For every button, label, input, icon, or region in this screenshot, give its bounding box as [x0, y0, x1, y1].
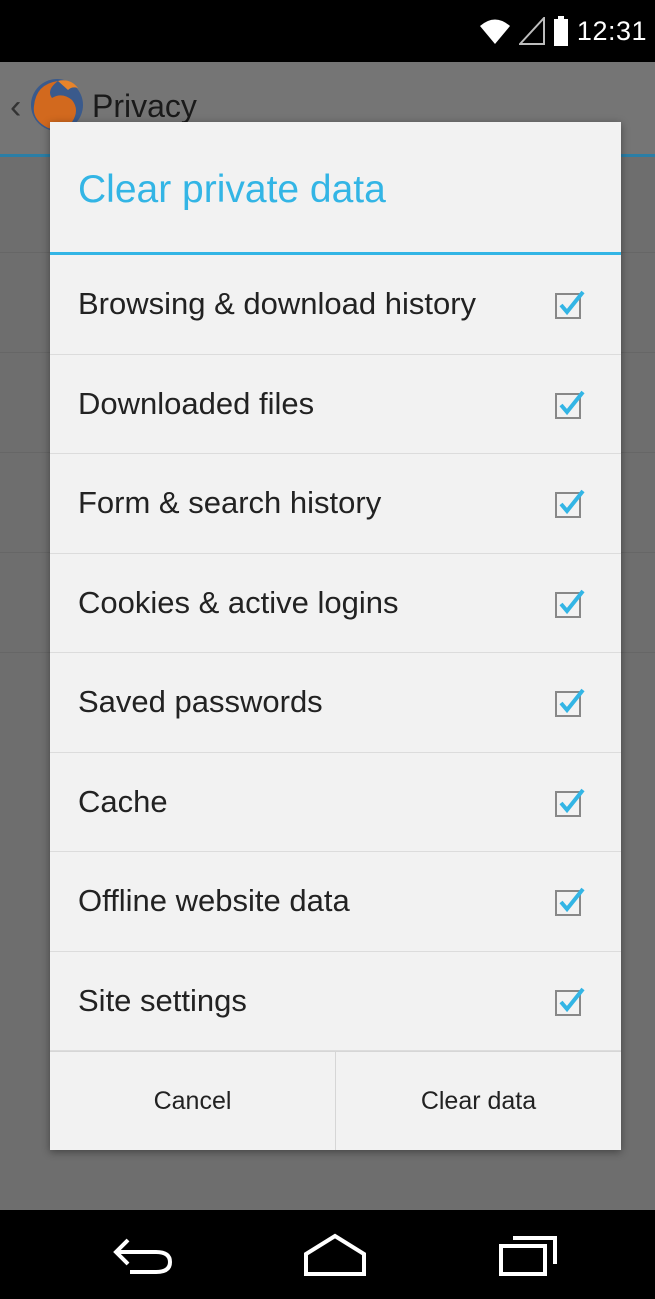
option-label: Browsing & download history [78, 286, 477, 322]
status-icons: 12:31 [479, 8, 647, 54]
checkbox-checked-icon[interactable] [555, 289, 585, 320]
dialog-buttons: Cancel Clear data [50, 1051, 621, 1150]
option-label: Offline website data [78, 883, 350, 919]
clear-data-button[interactable]: Clear data [336, 1052, 621, 1150]
home-icon[interactable] [300, 1230, 370, 1280]
option-cookies-logins[interactable]: Cookies & active logins [50, 554, 621, 653]
dialog-title: Clear private data [78, 168, 386, 211]
option-saved-passwords[interactable]: Saved passwords [50, 653, 621, 753]
option-browsing-history[interactable]: Browsing & download history [50, 255, 621, 355]
clear-private-data-dialog: Clear private data Browsing & download h… [50, 122, 621, 1150]
checkbox-checked-icon[interactable] [555, 687, 585, 718]
option-label: Cache [78, 783, 168, 819]
checkbox-checked-icon[interactable] [555, 488, 585, 519]
option-site-settings[interactable]: Site settings [50, 952, 621, 1051]
chevron-left-icon[interactable]: ‹ [10, 88, 21, 127]
option-label: Cookies & active logins [78, 584, 399, 620]
back-icon[interactable] [110, 1230, 180, 1280]
option-offline-website-data[interactable]: Offline website data [50, 852, 621, 952]
battery-icon [553, 16, 568, 46]
option-downloaded-files[interactable]: Downloaded files [50, 355, 621, 454]
option-label: Form & search history [78, 485, 382, 521]
screen: 12:31 ‹ Privacy Clear private data Brows… [0, 0, 655, 1299]
app-title: Privacy [92, 88, 197, 124]
checkbox-checked-icon[interactable] [555, 389, 585, 419]
dialog-header: Clear private data [50, 122, 621, 253]
option-label: Site settings [78, 982, 247, 1018]
option-list: Browsing & download history Downloaded f… [50, 255, 621, 1051]
checkbox-checked-icon[interactable] [555, 886, 585, 917]
signal-icon [518, 17, 545, 45]
checkbox-checked-icon[interactable] [555, 986, 585, 1016]
navigation-bar [0, 1210, 655, 1299]
cancel-button[interactable]: Cancel [50, 1052, 335, 1150]
option-cache[interactable]: Cache [50, 753, 621, 852]
status-time: 12:31 [576, 15, 647, 46]
option-form-search-history[interactable]: Form & search history [50, 454, 621, 554]
status-bar: 12:31 [0, 0, 655, 62]
option-label: Saved passwords [78, 684, 323, 720]
wifi-icon [479, 19, 510, 44]
checkbox-checked-icon[interactable] [555, 787, 585, 817]
option-label: Downloaded files [78, 385, 315, 421]
recent-apps-icon[interactable] [495, 1230, 565, 1280]
checkbox-checked-icon[interactable] [555, 588, 585, 618]
